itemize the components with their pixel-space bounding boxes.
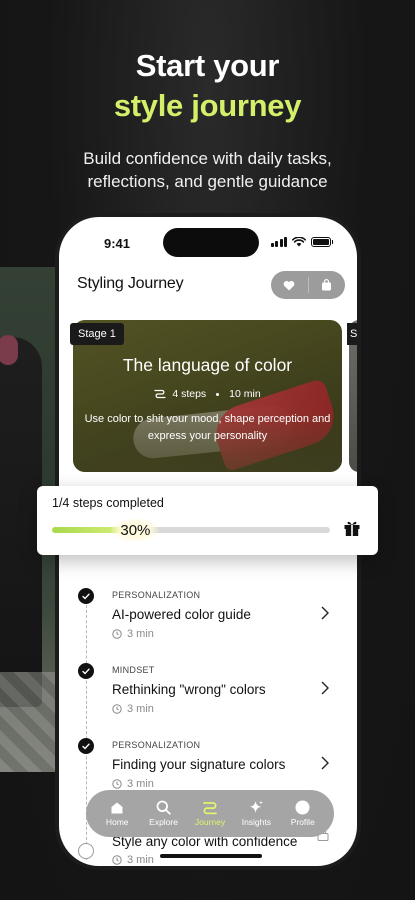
progress-track (52, 527, 330, 533)
step-title: Finding your signature colors (112, 757, 286, 772)
progress-percent: 30% (120, 521, 151, 539)
stage-title: The language of color (122, 355, 293, 375)
bag-icon (322, 279, 332, 291)
step-category: PERSONALIZATION (112, 590, 201, 600)
page-title: Styling Journey (77, 275, 184, 292)
meta-separator (216, 392, 220, 396)
system-icons (270, 237, 333, 247)
promo-page: Start your style journey Build confidenc… (0, 0, 415, 900)
step-duration: 3 min (112, 854, 154, 866)
tab-label: Journey (194, 816, 226, 827)
check-icon (78, 738, 94, 754)
step-duration-text: 3 min (127, 778, 154, 790)
tab-label: Home (105, 816, 129, 827)
step-category: PERSONALIZATION (112, 740, 201, 750)
model-figure (0, 337, 42, 707)
tab-label: Profile (290, 817, 315, 827)
tab-label: Explore (149, 817, 178, 827)
step-category: MINDSET (112, 665, 155, 675)
dynamic-island (163, 228, 259, 257)
status-bar: 9:41 (59, 217, 357, 269)
app-header: Styling Journey (75, 271, 345, 301)
stage-badge: Stage 1 (70, 323, 124, 345)
tab-journey[interactable]: Journey (188, 801, 232, 827)
home-icon (111, 802, 123, 813)
stage-description: Use color to shit your mood, shape perce… (84, 413, 331, 442)
bottom-tab-bar: Home Explore Journey Insights Profile (86, 790, 334, 837)
battery-icon (311, 237, 333, 247)
hero-subtitle-line2: reflections, and gentle guidance (87, 172, 328, 191)
chevron-right-icon[interactable] (321, 606, 329, 620)
favorites-button[interactable] (271, 271, 308, 299)
incomplete-circle-icon (78, 843, 94, 859)
bag-button[interactable] (309, 271, 346, 299)
progress-card: 1/4 steps completed 30% (37, 486, 378, 555)
hero-subtitle: Build confidence with daily tasks, refle… (0, 147, 415, 193)
clock-icon (112, 779, 122, 789)
tab-insights[interactable]: Insights (234, 800, 278, 827)
step-title: AI-powered color guide (112, 607, 251, 622)
hero-title: Start your style journey (0, 46, 415, 126)
stage-steps: 4 steps (172, 388, 207, 400)
hero-subtitle-line1: Build confidence with daily tasks, (83, 149, 332, 168)
gift-icon[interactable] (343, 519, 361, 537)
wifi-icon (292, 237, 306, 247)
step-duration: 3 min (112, 703, 154, 715)
step-title: Rethinking "wrong" colors (112, 682, 266, 697)
tab-explore[interactable]: Explore (142, 800, 186, 827)
steps-icon (154, 389, 166, 399)
clock-icon (112, 704, 122, 714)
home-indicator (160, 854, 262, 858)
tab-home[interactable]: Home (95, 801, 139, 827)
signal-icon (270, 237, 287, 247)
step-item[interactable]: PERSONALIZATION AI-powered color guide 3… (59, 588, 357, 658)
clock-icon (112, 855, 122, 865)
hero-title-line2: style journey (113, 88, 302, 123)
check-icon (78, 663, 94, 679)
step-duration-text: 3 min (127, 628, 154, 640)
header-actions (271, 271, 345, 299)
clock-icon (112, 629, 122, 639)
stage-meta: 4 steps 10 min (73, 388, 342, 400)
next-stage-badge: S (347, 323, 357, 345)
tab-profile[interactable]: Profile (281, 800, 325, 827)
chevron-right-icon[interactable] (321, 756, 329, 770)
search-icon (156, 800, 171, 815)
sparkle-icon (249, 800, 263, 813)
progress-label: 1/4 steps completed (52, 496, 164, 510)
chevron-right-icon[interactable] (321, 681, 329, 695)
step-duration: 3 min (112, 778, 154, 790)
stage-duration: 10 min (229, 388, 261, 400)
progress-percent-knob[interactable]: 30% (111, 518, 160, 542)
model-hair (0, 335, 18, 365)
profile-icon (295, 800, 310, 815)
tab-label: Insights (241, 817, 271, 827)
step-duration-text: 3 min (127, 703, 154, 715)
hero-title-line1: Start your (135, 48, 280, 83)
floor-tiles (0, 672, 62, 772)
step-item[interactable]: MINDSET Rethinking "wrong" colors 3 min (59, 663, 357, 733)
step-duration-text: 3 min (127, 854, 154, 866)
status-time: 9:41 (104, 236, 131, 251)
journey-icon (203, 801, 217, 814)
heart-icon (283, 280, 295, 290)
check-icon (78, 588, 94, 604)
step-duration: 3 min (112, 628, 154, 640)
